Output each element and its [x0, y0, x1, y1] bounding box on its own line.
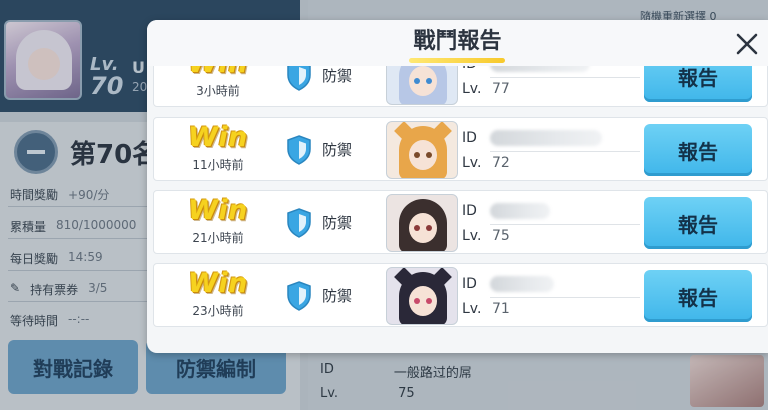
lv-label: Lv. — [462, 228, 482, 244]
report-row: Win 23小時前 防禦 ID Lv. 71 報告 — [153, 263, 768, 327]
lv-value: 71 — [492, 301, 510, 317]
shield-icon — [287, 66, 311, 91]
close-icon — [736, 33, 758, 55]
lv-value: 75 — [492, 228, 510, 244]
portrait-eye — [426, 152, 432, 158]
win-badge: Win 23小時前 — [168, 268, 268, 319]
lv-value: 77 — [492, 81, 510, 97]
win-result-text: Win — [188, 268, 248, 299]
report-row: Win 11小時前 防禦 ID Lv. 72 報告 — [153, 117, 768, 181]
portrait-eye — [426, 298, 432, 304]
report-row: Win 21小時前 防禦 ID Lv. 75 報告 — [153, 190, 768, 254]
win-result-text: Win — [168, 66, 268, 80]
battle-time: 23小時前 — [192, 304, 244, 318]
battle-mode: 防禦 — [322, 67, 353, 85]
portrait-eye — [414, 298, 420, 304]
lv-label: Lv. — [462, 81, 482, 97]
portrait-eye — [426, 78, 432, 84]
battle-time: 21小時前 — [192, 231, 244, 245]
report-button[interactable]: 報告 — [644, 66, 752, 102]
portrait-eye — [414, 152, 420, 158]
id-underline — [490, 151, 640, 152]
id-label: ID — [462, 130, 477, 146]
id-redacted — [490, 276, 554, 292]
close-button[interactable] — [729, 26, 765, 62]
report-list[interactable]: Win 3小時前 防禦 ID Lv. 77 報告 Win — [153, 66, 768, 353]
opponent-portrait[interactable] — [386, 194, 458, 252]
win-badge: Win 3小時前 — [168, 66, 268, 99]
id-underline — [490, 77, 640, 78]
id-label: ID — [462, 276, 477, 292]
lv-value: 72 — [492, 155, 510, 171]
lv-label: Lv. — [462, 301, 482, 317]
portrait-eye — [414, 78, 420, 84]
opponent-portrait[interactable] — [386, 121, 458, 179]
report-button[interactable]: 報告 — [644, 124, 752, 176]
id-underline — [490, 297, 640, 298]
shield-icon — [287, 281, 311, 311]
win-badge: Win 11小時前 — [168, 122, 268, 173]
id-redacted — [490, 66, 590, 72]
id-underline — [490, 224, 640, 225]
shield-icon — [287, 135, 311, 165]
id-redacted — [490, 130, 602, 146]
report-button[interactable]: 報告 — [644, 197, 752, 249]
battle-report-dialog: 戰鬥報告 Win 3小時前 防禦 ID — [147, 20, 768, 353]
win-result-text: Win — [188, 195, 248, 226]
report-button[interactable]: 報告 — [644, 270, 752, 322]
report-row: Win 3小時前 防禦 ID Lv. 77 報告 — [153, 66, 768, 107]
battle-mode: 防禦 — [322, 287, 353, 305]
portrait-eye — [414, 225, 420, 231]
title-underline — [409, 58, 505, 63]
opponent-portrait[interactable] — [386, 267, 458, 325]
win-badge: Win 21小時前 — [168, 195, 268, 246]
portrait-eye — [426, 225, 432, 231]
battle-time: 11小時前 — [192, 158, 244, 172]
battle-mode: 防禦 — [322, 141, 353, 159]
battle-mode: 防禦 — [322, 214, 353, 232]
battle-time: 3小時前 — [196, 84, 240, 98]
id-redacted — [490, 203, 550, 219]
id-label: ID — [462, 203, 477, 219]
lv-label: Lv. — [462, 155, 482, 171]
win-result-text: Win — [188, 122, 248, 153]
shield-icon — [287, 208, 311, 238]
id-label: ID — [462, 66, 477, 72]
opponent-portrait[interactable] — [386, 66, 458, 105]
